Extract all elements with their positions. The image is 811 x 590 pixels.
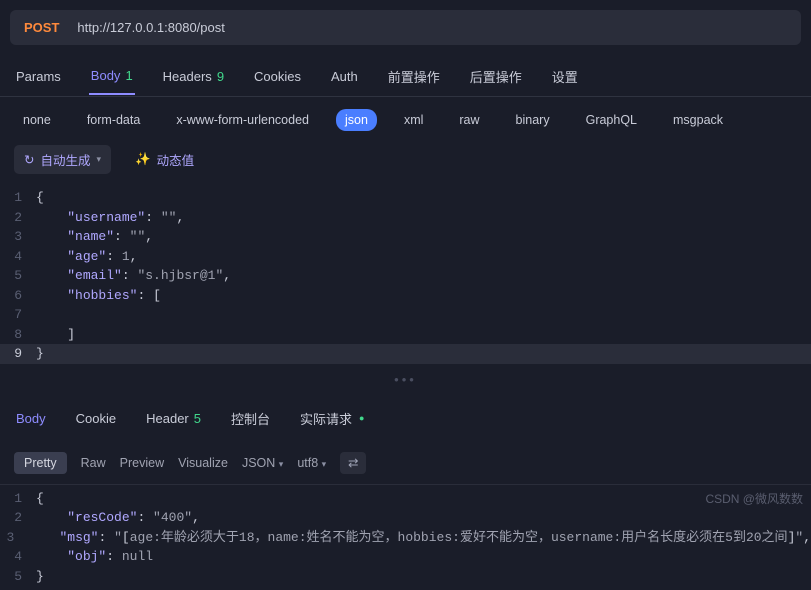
resp-tab-body[interactable]: Body	[14, 403, 48, 436]
format-selector[interactable]: JSON ▾	[242, 456, 283, 470]
response-body-viewer[interactable]: 1{2 "resCode": "400",3 "msg": "[age:年龄必须…	[0, 484, 811, 590]
code-line[interactable]: 9}	[0, 344, 811, 364]
autogen-label: 自动生成	[40, 150, 90, 169]
line-number: 5	[0, 567, 36, 587]
body-type-tabs: none form-data x-www-form-urlencoded jso…	[0, 97, 811, 137]
line-number: 7	[0, 305, 36, 325]
line-number: 3	[0, 528, 28, 548]
resp-tab-cookie[interactable]: Cookie	[74, 403, 118, 436]
tab-cookies[interactable]: Cookies	[252, 61, 303, 94]
line-number: 8	[0, 325, 36, 345]
resize-handle[interactable]: •••	[0, 368, 811, 391]
tab-auth[interactable]: Auth	[329, 61, 360, 94]
code-content: }	[36, 567, 44, 587]
encoding-label: utf8	[297, 456, 318, 470]
url-input[interactable]: http://127.0.0.1:8080/post	[77, 20, 224, 35]
format-code-button[interactable]: ⇄	[340, 452, 366, 474]
line-number: 4	[0, 247, 36, 267]
code-line[interactable]: 4 "obj": null	[0, 547, 811, 567]
response-tabs: Body Cookie Header 5 控制台 实际请求 ●	[0, 391, 811, 446]
chevron-down-icon: ▾	[279, 459, 284, 469]
view-visualize-button[interactable]: Visualize	[178, 456, 228, 470]
code-line[interactable]: 2 "username": "",	[0, 208, 811, 228]
tab-headers[interactable]: Headers 9	[161, 61, 226, 94]
code-line[interactable]: 5}	[0, 567, 811, 587]
line-number: 9	[0, 344, 36, 364]
line-number: 3	[0, 227, 36, 247]
body-type-binary[interactable]: binary	[507, 109, 559, 131]
tab-headers-label: Headers	[163, 69, 212, 84]
body-type-msgpack[interactable]: msgpack	[664, 109, 732, 131]
body-type-raw[interactable]: raw	[450, 109, 488, 131]
body-type-xml[interactable]: xml	[395, 109, 432, 131]
refresh-icon: ↻	[24, 152, 34, 167]
line-number: 1	[0, 489, 36, 509]
body-type-urlencoded[interactable]: x-www-form-urlencoded	[167, 109, 318, 131]
resp-tab-console[interactable]: 控制台	[229, 401, 272, 438]
line-number: 1	[0, 188, 36, 208]
code-line[interactable]: 3 "name": "",	[0, 227, 811, 247]
code-line[interactable]: 1{	[0, 188, 811, 208]
code-line[interactable]: 5 "email": "s.hjbsr@1",	[0, 266, 811, 286]
chevron-down-icon: ▾	[322, 459, 327, 469]
response-view-controls: Pretty Raw Preview Visualize JSON ▾ utf8…	[0, 446, 811, 484]
code-content: "msg": "[age:年龄必须大于18，name:姓名不能为空，hobbie…	[28, 528, 811, 548]
code-line[interactable]: 7	[0, 305, 811, 325]
tab-settings[interactable]: 设置	[550, 59, 580, 96]
code-content: "hobbies": [	[36, 286, 161, 306]
watermark: CSDN @微风数数	[705, 490, 803, 507]
body-type-json[interactable]: json	[336, 109, 377, 131]
url-bar: POST http://127.0.0.1:8080/post	[10, 10, 801, 45]
sparkle-icon: ✨	[135, 152, 151, 167]
code-content: {	[36, 188, 44, 208]
code-line[interactable]: 8 ]	[0, 325, 811, 345]
tab-post-request[interactable]: 后置操作	[468, 59, 524, 96]
tab-params[interactable]: Params	[14, 61, 63, 94]
body-type-form-data[interactable]: form-data	[78, 109, 150, 131]
code-content: "username": "",	[36, 208, 184, 228]
view-pretty-button[interactable]: Pretty	[14, 452, 67, 474]
resp-tab-header[interactable]: Header 5	[144, 403, 203, 436]
code-line[interactable]: 1{	[0, 489, 811, 509]
format-icon: ⇄	[348, 455, 358, 470]
request-tabs: Params Body 1 Headers 9 Cookies Auth 前置操…	[0, 45, 811, 97]
tab-pre-request[interactable]: 前置操作	[386, 59, 442, 96]
code-content: }	[36, 344, 811, 364]
autogen-button[interactable]: ↻ 自动生成 ▾	[14, 145, 111, 174]
tab-body-label: Body	[91, 68, 121, 83]
resp-tab-actual-request[interactable]: 实际请求 ●	[298, 401, 366, 438]
code-content: ]	[36, 325, 75, 345]
editor-tools: ↻ 自动生成 ▾ ✨ 动态值	[0, 137, 811, 184]
status-dot-icon: ●	[359, 413, 364, 423]
line-number: 6	[0, 286, 36, 306]
request-body-editor[interactable]: 1{2 "username": "",3 "name": "",4 "age":…	[0, 184, 811, 368]
code-line[interactable]: 6 "hobbies": [	[0, 286, 811, 306]
resp-tab-header-label: Header	[146, 411, 189, 426]
code-content: "name": "",	[36, 227, 153, 247]
dynamic-label: 动态值	[157, 150, 195, 169]
format-label: JSON	[242, 456, 275, 470]
line-number: 2	[0, 208, 36, 228]
line-number: 4	[0, 547, 36, 567]
code-content: "email": "s.hjbsr@1",	[36, 266, 231, 286]
code-content: "age": 1,	[36, 247, 137, 267]
line-number: 5	[0, 266, 36, 286]
code-content: "obj": null	[36, 547, 153, 567]
chevron-down-icon: ▾	[97, 154, 102, 165]
method-selector[interactable]: POST	[24, 20, 59, 35]
code-line[interactable]: 3 "msg": "[age:年龄必须大于18，name:姓名不能为空，hobb…	[0, 528, 811, 548]
tab-body[interactable]: Body 1	[89, 60, 135, 95]
resp-tab-actual-label: 实际请求	[300, 409, 352, 428]
headers-count-badge: 9	[217, 69, 224, 84]
body-type-graphql[interactable]: GraphQL	[577, 109, 646, 131]
view-raw-button[interactable]: Raw	[81, 456, 106, 470]
dynamic-value-button[interactable]: ✨ 动态值	[125, 145, 204, 174]
view-preview-button[interactable]: Preview	[120, 456, 164, 470]
encoding-selector[interactable]: utf8 ▾	[297, 456, 326, 470]
code-content: {	[36, 489, 44, 509]
body-count-badge: 1	[125, 68, 132, 83]
code-line[interactable]: 4 "age": 1,	[0, 247, 811, 267]
resp-header-count-badge: 5	[194, 411, 201, 426]
body-type-none[interactable]: none	[14, 109, 60, 131]
